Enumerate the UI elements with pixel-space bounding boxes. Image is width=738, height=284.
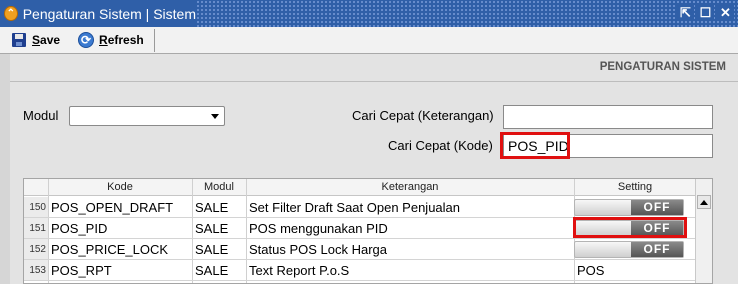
column-header-modul[interactable]: Modul bbox=[192, 181, 246, 193]
scroll-up-icon[interactable] bbox=[697, 195, 711, 209]
restore-icon[interactable]: ⇱ bbox=[677, 4, 694, 21]
cell-modul[interactable]: SALE bbox=[192, 239, 246, 259]
cari-keterangan-label: Cari Cepat (Keterangan) bbox=[352, 108, 494, 123]
save-label: ave bbox=[40, 33, 61, 47]
modul-label: Modul bbox=[23, 108, 59, 123]
row-number: 151 bbox=[24, 218, 48, 238]
cell-kode[interactable]: POS_OPEN_DRAFT bbox=[48, 197, 192, 217]
column-header-setting[interactable]: Setting bbox=[574, 181, 696, 193]
app-icon[interactable]: ⌃ bbox=[4, 6, 18, 21]
table-row[interactable]: 152 POS_PRICE_LOCK SALE Status POS Lock … bbox=[24, 239, 696, 260]
vertical-scrollbar[interactable] bbox=[695, 179, 712, 283]
toggle-state: OFF bbox=[631, 242, 683, 257]
column-header-kode[interactable]: Kode bbox=[48, 181, 192, 193]
window-controls: ⇱ ☐ ✕ bbox=[677, 4, 734, 21]
refresh-icon: ⟳ bbox=[78, 32, 95, 48]
window-title: Pengaturan Sistem | Sistem bbox=[22, 5, 196, 22]
title-area: ⌃ Pengaturan Sistem | Sistem bbox=[0, 0, 196, 27]
cell-modul[interactable]: SALE bbox=[192, 218, 246, 238]
section-divider bbox=[10, 81, 738, 82]
save-button[interactable]: Save bbox=[0, 29, 66, 52]
cell-keterangan[interactable]: Text Report P.o.S bbox=[246, 260, 574, 280]
maximize-icon[interactable]: ☐ bbox=[697, 4, 714, 21]
cell-keterangan[interactable]: Set Filter Draft Saat Open Penjualan bbox=[246, 197, 574, 217]
section-title: PENGATURAN SISTEM bbox=[599, 61, 726, 73]
cell-modul[interactable]: SALE bbox=[192, 260, 246, 280]
chevron-down-icon bbox=[211, 114, 219, 119]
close-icon[interactable]: ✕ bbox=[717, 4, 734, 21]
modul-select[interactable] bbox=[69, 106, 225, 126]
cari-keterangan-input[interactable] bbox=[503, 105, 713, 129]
table-row[interactable]: 150 POS_OPEN_DRAFT SALE Set Filter Draft… bbox=[24, 197, 696, 218]
refresh-label: efresh bbox=[107, 33, 144, 47]
save-label-mnemonic: S bbox=[32, 33, 41, 47]
main-panel: PENGATURAN SISTEM Modul Cari Cepat (Kete… bbox=[10, 54, 738, 284]
cell-kode[interactable]: POS_PRICE_LOCK bbox=[48, 239, 192, 259]
save-icon bbox=[12, 33, 26, 47]
cell-keterangan[interactable]: POS menggunakan PID bbox=[246, 218, 574, 238]
setting-highlight bbox=[573, 217, 687, 238]
table-row[interactable]: 153 POS_RPT SALE Text Report P.o.S POS bbox=[24, 260, 696, 281]
cell-kode[interactable]: POS_PID bbox=[48, 218, 192, 238]
row-number: 152 bbox=[24, 239, 48, 259]
title-bar: ⌃ Pengaturan Sistem | Sistem ⇱ ☐ ✕ bbox=[0, 0, 738, 27]
refresh-button[interactable]: ⟳ Refresh bbox=[66, 29, 150, 52]
row-number: 153 bbox=[24, 260, 48, 280]
toggle-state: OFF bbox=[631, 200, 683, 215]
refresh-label-mnemonic: R bbox=[99, 33, 108, 47]
cell-keterangan[interactable]: Status POS Lock Harga bbox=[246, 239, 574, 259]
cell-modul[interactable]: SALE bbox=[192, 197, 246, 217]
toolbar: Save ⟳ Refresh bbox=[0, 27, 738, 54]
toolbar-separator bbox=[153, 28, 155, 52]
setting-toggle[interactable]: OFF bbox=[574, 199, 684, 216]
grid-header: Kode Modul Keterangan Setting bbox=[24, 179, 696, 196]
cell-kode[interactable]: POS_RPT bbox=[48, 260, 192, 280]
column-header-keterangan[interactable]: Keterangan bbox=[246, 181, 574, 193]
cari-kode-label: Cari Cepat (Kode) bbox=[388, 138, 493, 153]
row-number: 150 bbox=[24, 197, 48, 217]
setting-toggle[interactable]: OFF bbox=[574, 241, 684, 258]
kode-highlight bbox=[500, 132, 570, 159]
cell-setting[interactable]: POS bbox=[574, 260, 696, 280]
